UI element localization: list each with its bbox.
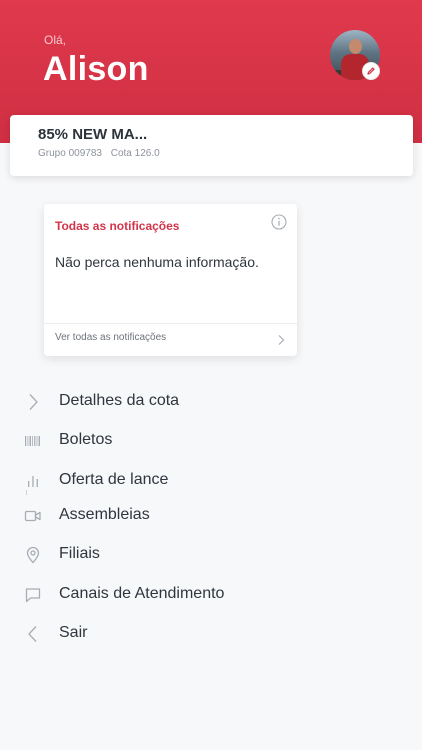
menu-item-label: Detalhes da cota: [59, 392, 180, 409]
notifications-message: Não perca nenhuma informação.: [55, 254, 259, 270]
chevron-right-icon: [29, 394, 38, 410]
menu-item-label: Filiais: [59, 545, 100, 562]
group-title: 85% NEW MA...: [38, 126, 148, 143]
menu-item-assemblies[interactable]: Assembleias: [24, 502, 324, 532]
menu-item-branches[interactable]: Filiais: [24, 541, 324, 571]
menu-item-quota-details[interactable]: Detalhes da cota: [24, 388, 324, 418]
menu-item-label: Canais de Atendimento: [59, 585, 225, 602]
group-selector-card[interactable]: 85% NEW MA... Grupo 009783 Cota 126.0: [10, 115, 413, 176]
info-icon[interactable]: [271, 214, 287, 230]
chevron-left-icon: [28, 626, 37, 642]
notifications-title: Todas as notificações: [55, 219, 180, 233]
chat-bubble-icon: [25, 588, 41, 603]
video-camera-icon: [24, 510, 41, 522]
menu-item-logout[interactable]: Sair: [24, 620, 324, 650]
quota-number: Cota 126.0: [110, 148, 160, 159]
barcode-icon: [25, 436, 40, 446]
menu-item-label: Sair: [59, 624, 88, 641]
menu-item-boletos[interactable]: Boletos: [24, 427, 324, 457]
see-all-notifications-link[interactable]: Ver todas as notificações: [55, 332, 166, 343]
chevron-right-icon[interactable]: [276, 334, 286, 346]
menu-item-bid-offer[interactable]: Oferta de lance: [24, 467, 324, 497]
menu-item-service-channels[interactable]: Canais de Atendimento: [24, 581, 324, 611]
notifications-card: Todas as notificações Não perca nenhuma …: [44, 204, 297, 356]
edit-avatar-button[interactable]: [362, 62, 380, 80]
greeting-text: Olá,: [44, 33, 67, 47]
user-name: Alison: [43, 50, 149, 88]
menu-item-label: Oferta de lance: [59, 471, 169, 488]
map-pin-icon: [26, 546, 40, 564]
group-details: Grupo 009783 Cota 126.0: [38, 148, 160, 159]
divider: [26, 490, 27, 495]
bar-chart-icon: [28, 476, 38, 487]
divider: [44, 323, 297, 324]
group-number: Grupo 009783: [38, 148, 102, 159]
menu-item-label: Boletos: [59, 431, 113, 448]
menu-item-label: Assembleias: [59, 506, 150, 523]
pencil-icon: [367, 67, 375, 75]
avatar-face: [349, 39, 362, 54]
